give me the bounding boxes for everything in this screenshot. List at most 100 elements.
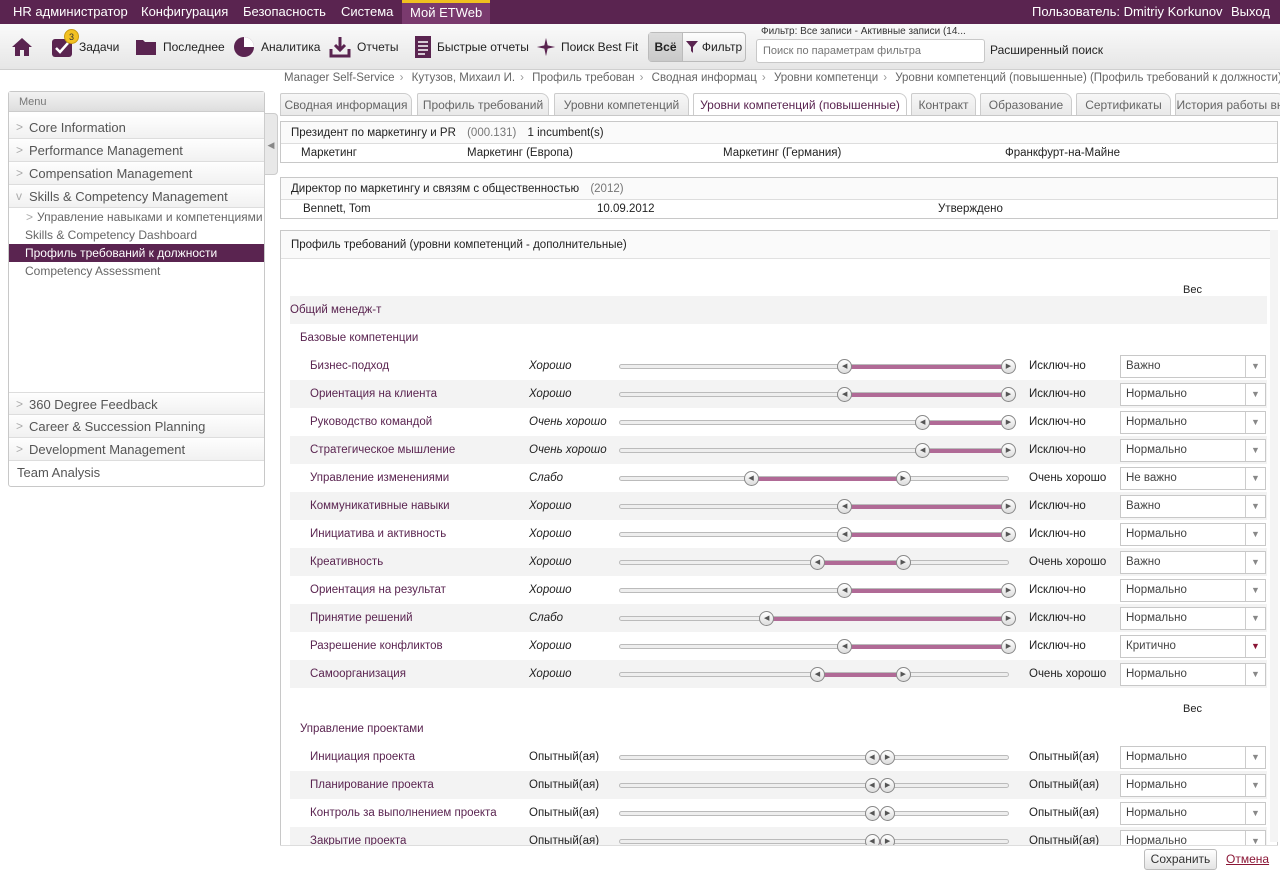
weight-select[interactable]: Критично ▼ xyxy=(1120,635,1266,658)
min-handle[interactable]: ◀ xyxy=(837,387,853,402)
top-nav: HR администратор Конфигурация Безопаснос… xyxy=(0,0,1280,24)
menu-subgroup-skills[interactable]: > Управление навыками и компетенциями xyxy=(9,208,264,226)
weight-select[interactable]: Нормально ▼ xyxy=(1120,383,1266,406)
weight-select[interactable]: Нормально ▼ xyxy=(1120,523,1266,546)
weight-select[interactable]: Нормально ▼ xyxy=(1120,579,1266,602)
analytics-button[interactable]: Аналитика xyxy=(232,32,320,62)
min-handle[interactable]: ◀ xyxy=(864,806,880,821)
max-handle[interactable]: ▶ xyxy=(1001,359,1016,374)
weight-select[interactable]: Не важно ▼ xyxy=(1120,467,1266,490)
weight-select[interactable]: Важно ▼ xyxy=(1120,551,1266,574)
min-handle[interactable]: ◀ xyxy=(915,415,931,430)
min-handle[interactable]: ◀ xyxy=(743,471,759,486)
nav-hr-admin[interactable]: HR администратор xyxy=(13,0,128,24)
menu-item-core-information[interactable]: > Core Information xyxy=(9,116,264,139)
breadcrumb-item[interactable]: Профиль требован xyxy=(532,72,634,84)
save-button[interactable]: Сохранить xyxy=(1144,849,1217,870)
menu-item-skills-competency[interactable]: v Skills & Competency Management xyxy=(9,185,264,208)
tab-contract[interactable]: Контракт xyxy=(911,93,976,115)
max-handle[interactable]: ▶ xyxy=(1001,387,1016,402)
menu-item-compensation-management[interactable]: > Compensation Management xyxy=(9,162,264,185)
tab-certificates[interactable]: Сертификаты xyxy=(1076,93,1171,115)
max-handle[interactable]: ▶ xyxy=(880,806,896,821)
max-handle[interactable]: ▶ xyxy=(1001,639,1016,654)
tab-competency-levels[interactable]: Уровни компетенций xyxy=(554,93,689,115)
search-best-fit-button[interactable]: Поиск Best Fit xyxy=(536,32,638,62)
weight-value: Нормально xyxy=(1126,528,1187,540)
max-handle[interactable]: ▶ xyxy=(1001,415,1016,430)
filter-search-input[interactable] xyxy=(756,39,985,63)
scrollbar[interactable] xyxy=(1270,230,1278,842)
max-handle[interactable]: ▶ xyxy=(880,778,896,793)
filter-button[interactable]: Фильтр xyxy=(683,33,745,61)
tasks-button[interactable]: 3 Задачи xyxy=(50,29,119,62)
min-handle[interactable]: ◀ xyxy=(809,555,825,570)
tab-work-history[interactable]: История работы вн xyxy=(1175,93,1280,115)
min-handle[interactable]: ◀ xyxy=(837,639,853,654)
weight-select[interactable]: Важно ▼ xyxy=(1120,495,1266,518)
tab-requirements-profile[interactable]: Профиль требований xyxy=(417,93,549,115)
logout-link[interactable]: Выход xyxy=(1231,0,1270,24)
max-handle[interactable]: ▶ xyxy=(880,750,896,765)
min-level: Очень хорошо xyxy=(529,444,607,456)
advanced-search-link[interactable]: Расширенный поиск xyxy=(990,43,1103,57)
min-handle[interactable]: ◀ xyxy=(759,611,775,626)
weight-select[interactable]: Нормально ▼ xyxy=(1120,802,1266,825)
max-handle[interactable]: ▶ xyxy=(895,471,911,486)
weight-select[interactable]: Нормально ▼ xyxy=(1120,746,1266,769)
min-handle[interactable]: ◀ xyxy=(864,750,880,765)
menu-item-competency-assessment[interactable]: Competency Assessment xyxy=(9,262,264,280)
menu-item-performance-management[interactable]: > Performance Management xyxy=(9,139,264,162)
breadcrumb-item[interactable]: Сводная информац xyxy=(652,72,757,84)
tab-education[interactable]: Образование xyxy=(980,93,1072,115)
max-handle[interactable]: ▶ xyxy=(1001,527,1016,542)
level-slider-track[interactable] xyxy=(619,839,1009,844)
collapse-menu-button[interactable]: ◀ xyxy=(264,113,278,175)
min-handle[interactable]: ◀ xyxy=(837,359,853,374)
menu-item-360-feedback[interactable]: >360 Degree Feedback xyxy=(9,392,264,415)
min-handle[interactable]: ◀ xyxy=(915,443,931,458)
min-handle[interactable]: ◀ xyxy=(864,778,880,793)
menu-item-development-management[interactable]: > Development Management xyxy=(9,438,264,461)
max-handle[interactable]: ▶ xyxy=(895,555,911,570)
menu-item-requirements-profile[interactable]: Профиль требований к должности xyxy=(9,244,264,262)
weight-select[interactable]: Нормально ▼ xyxy=(1120,774,1266,797)
menu-item-label: Performance Management xyxy=(29,143,183,158)
weight-select[interactable]: Нормально ▼ xyxy=(1120,663,1266,686)
min-handle[interactable]: ◀ xyxy=(837,583,853,598)
nav-system[interactable]: Система xyxy=(341,0,393,24)
reports-button[interactable]: Отчеты xyxy=(328,32,398,62)
weight-select[interactable]: Нормально ▼ xyxy=(1120,439,1266,462)
home-button[interactable] xyxy=(10,32,39,62)
menu-item-career-succession[interactable]: > Career & Succession Planning xyxy=(9,415,264,438)
min-handle[interactable]: ◀ xyxy=(837,499,853,514)
weight-select[interactable]: Важно ▼ xyxy=(1120,355,1266,378)
level-slider-track[interactable] xyxy=(619,811,1009,816)
quick-reports-button[interactable]: Быстрые отчеты xyxy=(414,32,529,62)
tab-summary[interactable]: Сводная информация xyxy=(280,93,412,115)
max-handle[interactable]: ▶ xyxy=(1001,583,1016,598)
max-handle[interactable]: ▶ xyxy=(895,667,911,682)
menu-item-skills-dashboard[interactable]: Skills & Competency Dashboard xyxy=(9,226,264,244)
nav-configuration[interactable]: Конфигурация xyxy=(141,0,228,24)
breadcrumb-item[interactable]: Кутузов, Михаил И. xyxy=(412,72,515,84)
min-handle[interactable]: ◀ xyxy=(809,667,825,682)
weight-select[interactable]: Нормально ▼ xyxy=(1120,607,1266,630)
all-toggle[interactable]: Всё xyxy=(649,33,683,61)
nav-my-etweb[interactable]: Мой ETWeb xyxy=(402,0,491,24)
breadcrumb-item[interactable]: Manager Self-Service xyxy=(284,72,395,84)
menu-item-team-analysis[interactable]: Team Analysis xyxy=(9,461,264,484)
level-slider-track[interactable] xyxy=(619,783,1009,788)
quick-reports-label: Быстрые отчеты xyxy=(437,40,529,54)
weight-select[interactable]: Нормально ▼ xyxy=(1120,411,1266,434)
nav-security[interactable]: Безопасность xyxy=(243,0,326,24)
tab-competency-levels-advanced[interactable]: Уровни компетенций (повышенные) xyxy=(693,93,907,115)
recent-button[interactable]: Последнее xyxy=(134,32,225,62)
min-handle[interactable]: ◀ xyxy=(837,527,853,542)
level-slider-track[interactable] xyxy=(619,755,1009,760)
cancel-link[interactable]: Отмена xyxy=(1226,852,1269,866)
max-handle[interactable]: ▶ xyxy=(1001,499,1016,514)
breadcrumb-item[interactable]: Уровни компетенци xyxy=(774,72,878,84)
max-handle[interactable]: ▶ xyxy=(1001,611,1016,626)
max-handle[interactable]: ▶ xyxy=(1001,443,1016,458)
